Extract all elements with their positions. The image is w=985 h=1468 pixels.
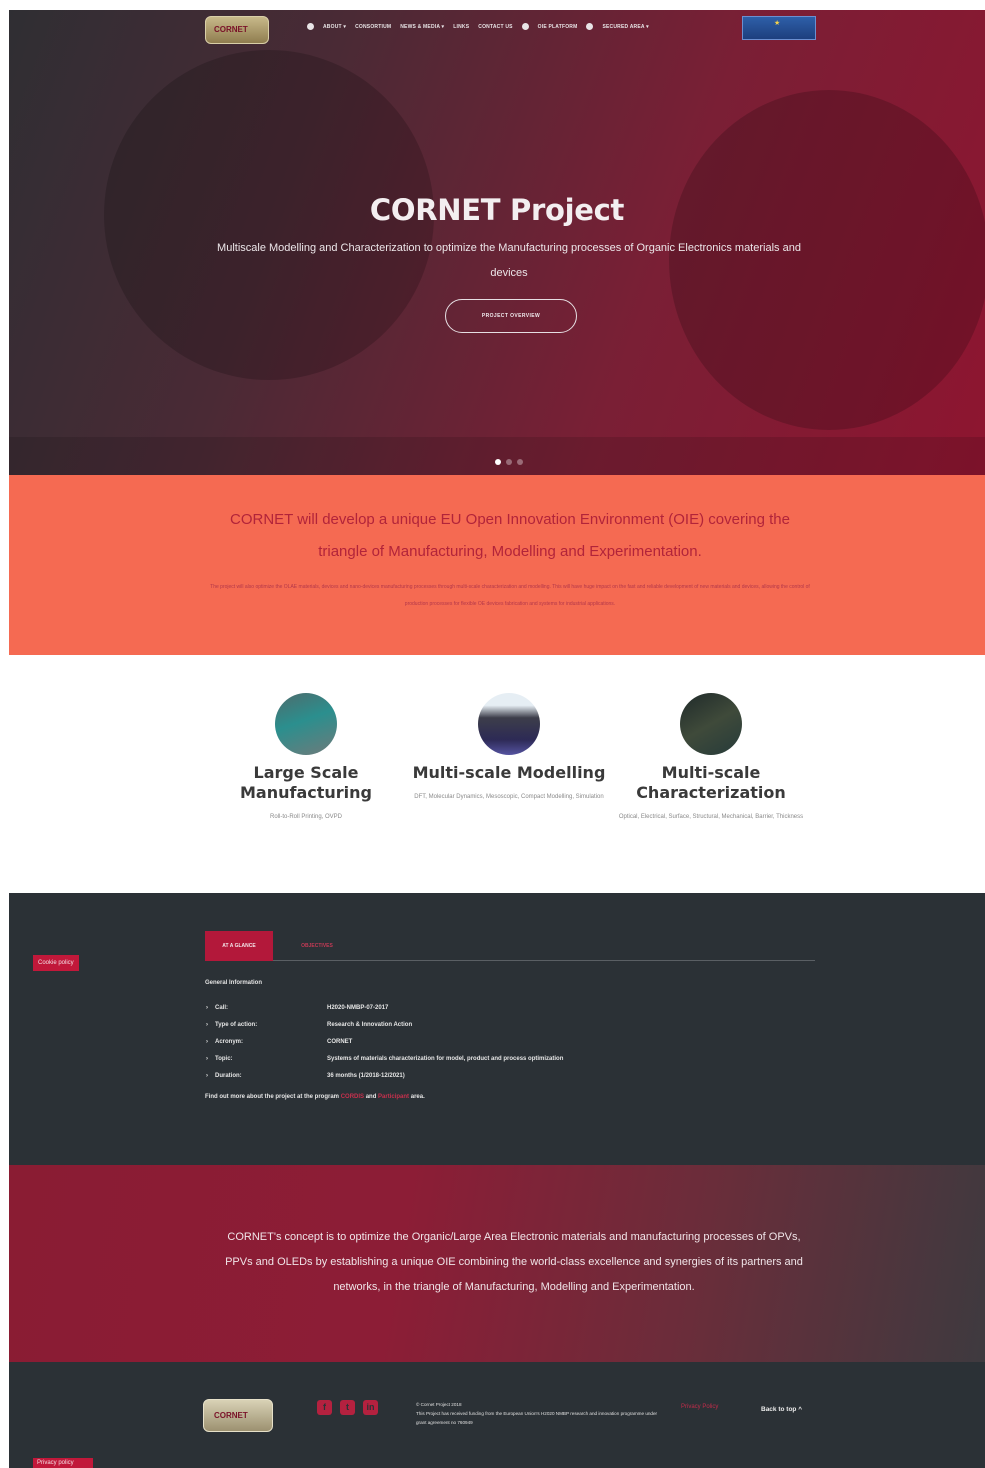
- info-value: CORNET: [327, 1039, 353, 1045]
- project-info-section: Cookie policy AT A GLANCE OBJECTIVES Gen…: [9, 893, 985, 1165]
- nav-item-oie-platform[interactable]: OIE PLATFORM: [538, 24, 578, 30]
- page: CORNET ABOUT ▾ CONSORTIUM NEWS & MEDIA ▾…: [0, 0, 985, 1468]
- find-mid: and: [365, 1094, 377, 1100]
- find-out-more-text: Find out more about the project at the p…: [205, 1094, 425, 1100]
- nav-item-consortium[interactable]: CONSORTIUM: [355, 24, 391, 30]
- feature-large-scale-manufacturing: Large Scale Manufacturing Roll-to-Roll P…: [206, 693, 406, 826]
- hero-title: CORNET Project: [369, 193, 625, 227]
- cookie-policy-button[interactable]: Cookie policy: [33, 955, 79, 971]
- hero-background-floor: [9, 437, 985, 475]
- facebook-icon[interactable]: f: [317, 1400, 332, 1415]
- feature-title: Multi-scale Modelling: [412, 763, 606, 782]
- logo-text: CORNET: [214, 25, 248, 34]
- nav-menu: ABOUT ▾ CONSORTIUM NEWS & MEDIA ▾ LINKS …: [307, 23, 649, 30]
- social-links: f t in: [317, 1400, 378, 1415]
- info-key: Acronym:: [206, 1034, 243, 1051]
- feature-multi-scale-characterization: Multi-scale Characterization Optical, El…: [611, 693, 811, 826]
- info-value: 36 months (1/2018-12/2021): [327, 1073, 405, 1079]
- nav-item-secured-area[interactable]: SECURED AREA ▾: [602, 24, 648, 30]
- privacy-policy-link[interactable]: Privacy Policy: [681, 1404, 718, 1410]
- site-logo[interactable]: CORNET: [205, 16, 269, 44]
- slider-dot[interactable]: [517, 459, 523, 465]
- footer-logo[interactable]: CORNET: [203, 1399, 273, 1432]
- feature-description: DFT, Molecular Dynamics, Mesoscopic, Com…: [414, 794, 604, 800]
- modelling-image: [478, 693, 540, 755]
- feature-description: Roll-to-Roll Printing, OVPD: [269, 814, 343, 820]
- linkedin-icon[interactable]: in: [363, 1400, 378, 1415]
- home-icon[interactable]: [307, 23, 314, 30]
- footer-logo-text: CORNET: [214, 1411, 248, 1420]
- list-item: Call: H2020-NMBP-07-2017: [205, 1000, 805, 1017]
- slider-dot[interactable]: [506, 459, 512, 465]
- nav-item-contact-us[interactable]: CONTACT US: [478, 24, 512, 30]
- eu-star-icon: ★: [774, 20, 781, 27]
- info-value: Research & Innovation Action: [327, 1022, 413, 1028]
- concept-text: CORNET's concept is to optimize the Orga…: [225, 1231, 803, 1293]
- footer-copyright: © Cornet Project 2018 This Project has r…: [416, 1400, 666, 1427]
- features-section: Large Scale Manufacturing Roll-to-Roll P…: [9, 655, 985, 893]
- nav-item-news-media[interactable]: NEWS & MEDIA ▾: [400, 24, 444, 30]
- feature-title: Multi-scale Characterization: [636, 763, 786, 802]
- nav-item-about[interactable]: ABOUT ▾: [323, 24, 346, 30]
- tab-objectives[interactable]: OBJECTIVES: [285, 931, 349, 961]
- feature-description: Optical, Electrical, Surface, Structural…: [618, 814, 804, 820]
- info-value: Systems of materials characterization fo…: [327, 1056, 564, 1062]
- manufacturing-image: [275, 693, 337, 755]
- eu-flag-logo: ★: [742, 16, 816, 40]
- feature-multi-scale-modelling: Multi-scale Modelling DFT, Molecular Dyn…: [409, 693, 609, 806]
- twitter-icon[interactable]: t: [340, 1400, 355, 1415]
- characterization-image: [680, 693, 742, 755]
- platform-icon: [521, 23, 529, 30]
- participant-link[interactable]: Participant: [378, 1094, 409, 1100]
- list-item: Topic: Systems of materials characterizat…: [205, 1051, 805, 1068]
- info-key: Call:: [206, 1000, 228, 1017]
- slider-dot[interactable]: [495, 459, 501, 465]
- copyright-text: © Cornet Project 2018: [416, 1402, 462, 1407]
- nav-item-links[interactable]: LINKS: [453, 24, 469, 30]
- tab-at-a-glance[interactable]: AT A GLANCE: [205, 931, 273, 961]
- info-value: H2020-NMBP-07-2017: [327, 1005, 389, 1011]
- project-overview-button[interactable]: PROJECT OVERVIEW: [445, 299, 577, 333]
- general-information-heading: General Information: [205, 980, 263, 986]
- bottom-privacy-button[interactable]: Privacy policy: [33, 1458, 93, 1468]
- main-navigation: CORNET ABOUT ▾ CONSORTIUM NEWS & MEDIA ▾…: [9, 10, 985, 48]
- concept-section: CORNET's concept is to optimize the Orga…: [9, 1165, 985, 1362]
- hero-slider: CORNET ABOUT ▾ CONSORTIUM NEWS & MEDIA ▾…: [9, 10, 985, 475]
- find-suffix: area.: [410, 1094, 425, 1100]
- intro-body: The project will also optimize the OLAE …: [210, 584, 810, 607]
- funding-text: This Project has received funding from t…: [416, 1411, 658, 1425]
- list-item: Duration: 36 months (1/2018-12/2021): [205, 1068, 805, 1085]
- site-footer: CORNET f t in © Cornet Project 2018 This…: [9, 1362, 985, 1468]
- slider-dots: [495, 459, 523, 465]
- list-item: Acronym: CORNET: [205, 1034, 805, 1051]
- lock-icon: [586, 23, 594, 30]
- info-key: Type of action:: [206, 1017, 257, 1034]
- hero-subtitle: Multiscale Modelling and Characterizatio…: [217, 242, 801, 279]
- feature-title: Large Scale Manufacturing: [240, 763, 372, 802]
- general-information-list: Call: H2020-NMBP-07-2017 Type of action: R…: [205, 1000, 805, 1085]
- info-tabs: AT A GLANCE OBJECTIVES: [205, 931, 815, 961]
- info-key: Duration:: [206, 1068, 242, 1085]
- cordis-link[interactable]: CORDIS: [341, 1094, 364, 1100]
- info-key: Topic:: [206, 1051, 232, 1068]
- intro-section: CORNET will develop a unique EU Open Inn…: [9, 475, 985, 655]
- intro-headline: CORNET will develop a unique EU Open Inn…: [229, 511, 790, 560]
- list-item: Type of action: Research & Innovation Act…: [205, 1017, 805, 1034]
- find-prefix: Find out more about the project at the p…: [205, 1094, 340, 1100]
- back-to-top-link[interactable]: Back to top ^: [761, 1406, 802, 1413]
